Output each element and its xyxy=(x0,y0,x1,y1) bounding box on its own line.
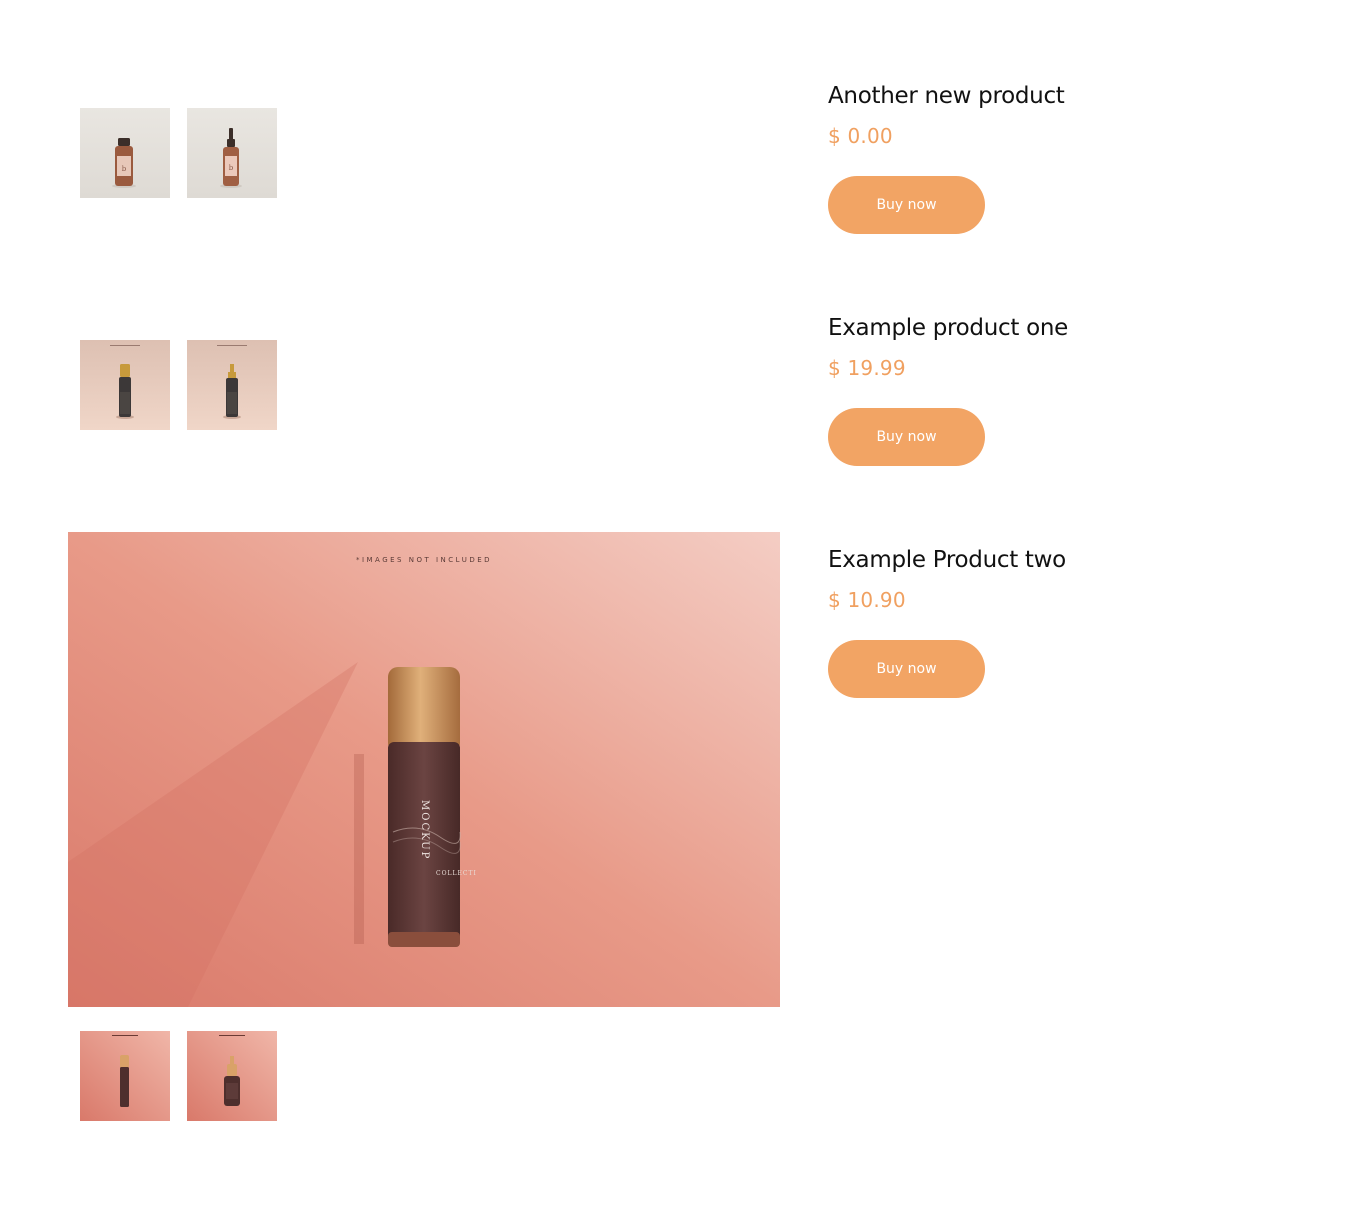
mockup-bottle-thumb-image xyxy=(80,1031,170,1121)
buy-now-button[interactable]: Buy now xyxy=(828,408,985,466)
product-2-thumbnail-2[interactable] xyxy=(187,340,277,430)
product-1-thumbnail-1[interactable]: b xyxy=(80,108,170,198)
svg-text:b: b xyxy=(229,164,234,172)
product-price: $ 10.90 xyxy=(828,588,906,612)
product-3-info: Example Product two $ 10.90 Buy now xyxy=(828,544,1066,698)
product-price: $ 19.99 xyxy=(828,356,906,380)
product-1-thumbnail-2[interactable]: b xyxy=(187,108,277,198)
bottle-sub-text: COLLECTI xyxy=(436,870,477,877)
product-1-info: Another new product $ 0.00 Buy now xyxy=(828,80,1065,234)
spray-bottle-open-image xyxy=(187,340,277,430)
product-price: $ 0.00 xyxy=(828,124,893,148)
product-2-thumbnail-1[interactable] xyxy=(80,340,170,430)
mockup-bottle-image xyxy=(68,532,780,1007)
product-title: Example Product two xyxy=(828,547,1066,573)
svg-text:b: b xyxy=(122,165,127,173)
dropper-bottle-thumb-image xyxy=(187,1031,277,1121)
spray-bottle-image xyxy=(80,340,170,430)
bottle-brand-text: MOCKUP xyxy=(419,800,430,861)
buy-now-button[interactable]: Buy now xyxy=(828,176,985,234)
product-3-thumbnail-1[interactable] xyxy=(80,1031,170,1121)
dropper-bottle-image: b xyxy=(187,108,277,198)
product-title: Another new product xyxy=(828,83,1065,109)
image-caption: *IMAGES NOT INCLUDED xyxy=(355,556,493,564)
amber-bottle-image: b xyxy=(80,108,170,198)
buy-now-button[interactable]: Buy now xyxy=(828,640,985,698)
product-title: Example product one xyxy=(828,315,1068,341)
product-3-main-image[interactable]: *IMAGES NOT INCLUDED MOCKUP COLLECTI xyxy=(68,532,780,1007)
product-3-thumbnail-2[interactable] xyxy=(187,1031,277,1121)
product-2-info: Example product one $ 19.99 Buy now xyxy=(828,312,1068,466)
